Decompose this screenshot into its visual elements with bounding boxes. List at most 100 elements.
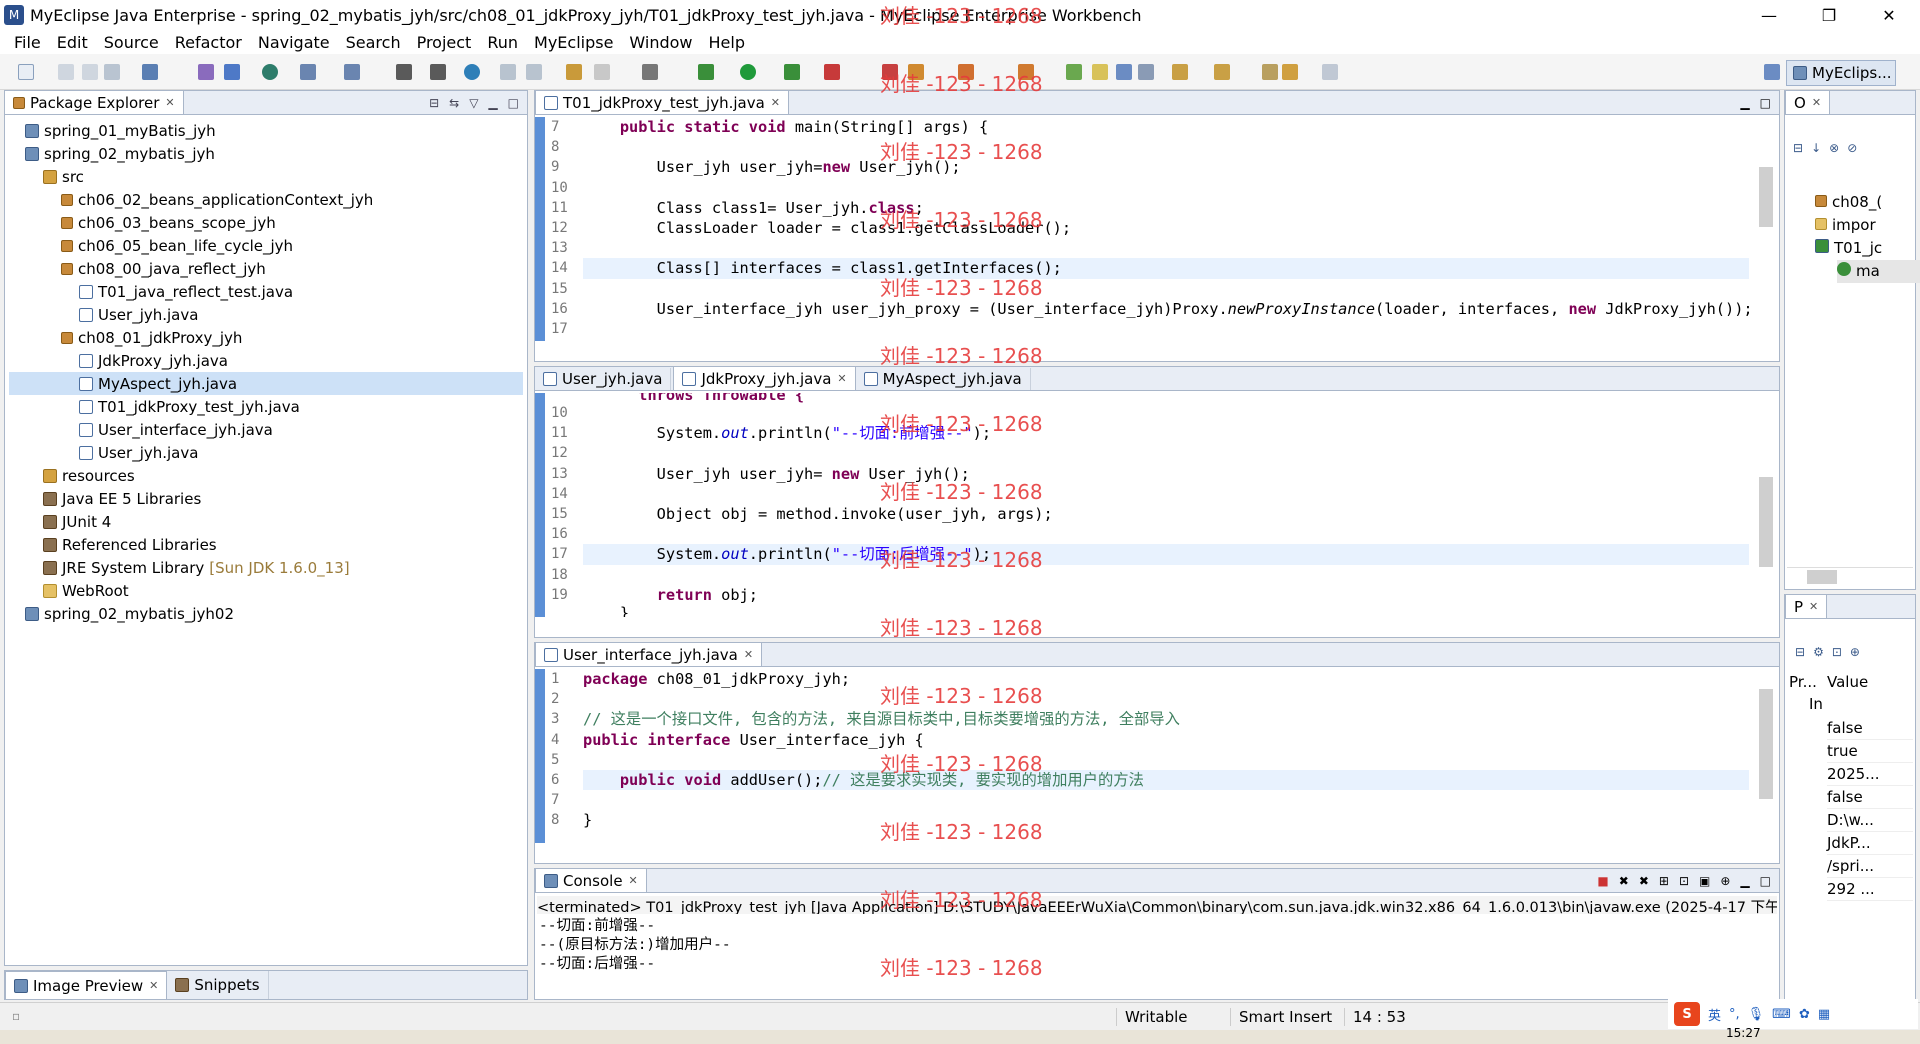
tree-item[interactable]: JdkProxy_jyh.java [9,349,523,372]
tab-user-jyh[interactable]: User_jyh.java [535,368,672,390]
tree-item[interactable]: JUnit 4 [9,510,523,533]
editor-main-vscrollbar[interactable] [1749,117,1779,341]
tree-item[interactable]: T01_java_reflect_test.java [9,280,523,303]
scroll-thumb[interactable] [1759,477,1773,567]
debug-icon[interactable] [698,64,714,80]
open-console-icon[interactable]: ⊕ [1720,874,1730,888]
build-icon[interactable] [198,64,214,80]
search-icon[interactable] [642,64,658,80]
tree-item[interactable]: spring_01_myBatis_jyh [9,119,523,142]
hide-nonpublic-icon[interactable]: ⊘ [1847,141,1857,155]
perspective-switcher[interactable]: MyEclips... [1786,60,1896,86]
show-categories-icon[interactable]: ⊟ [1795,645,1805,659]
tree-item[interactable]: ch06_02_beans_applicationContext_jyh [9,188,523,211]
close-icon[interactable]: ✕ [744,648,753,661]
ime-punct-icon[interactable]: °, [1729,1007,1740,1022]
tree-item[interactable]: ch06_03_beans_scope_jyh [9,211,523,234]
new-icon[interactable] [18,64,34,80]
menu-file[interactable]: File [6,33,49,52]
menu-run[interactable]: Run [479,33,526,52]
globe-icon[interactable] [464,64,480,80]
outline-item[interactable]: T01_jc [1815,237,1915,260]
open-type-icon[interactable] [500,64,516,80]
tree-item[interactable]: src [9,165,523,188]
code-editor-interface[interactable]: 1 2 3 4 5 6 7 8 package ch08_01_jdkProxy_jyh; // … [535,669,1779,843]
last-edit-icon[interactable] [1262,64,1278,80]
print-icon[interactable] [104,64,120,80]
tree-item[interactable]: ch08_01_jdkProxy_jyh [9,326,523,349]
menu-refactor[interactable]: Refactor [167,33,250,52]
tree-item[interactable]: T01_jdkProxy_test_jyh.java [9,395,523,418]
menu-source[interactable]: Source [96,33,167,52]
menu-help[interactable]: Help [701,33,753,52]
tab-user-interface-jyh[interactable]: User_interface_jyh.java ✕ [535,642,763,666]
editor-interface-hscrollbar[interactable] [581,843,1749,861]
menu-project[interactable]: Project [409,33,480,52]
run-icon[interactable] [740,64,756,80]
sogou-ime-icon[interactable]: S [1674,1002,1700,1026]
forward-icon[interactable] [1322,64,1338,80]
tree-item[interactable]: resources [9,464,523,487]
code-editor-main[interactable]: 7 8 9 10 11 12 13 14 15 16 17 public static void m… [535,117,1779,341]
tab-jdkproxy-jyh[interactable]: JdkProxy_jyh.java ✕ [673,366,856,390]
prev-annotation-icon[interactable] [1214,64,1230,80]
tree-item[interactable]: Referenced Libraries [9,533,523,556]
ime-lang-indicator[interactable]: 英 [1708,1005,1721,1024]
menu-navigate[interactable]: Navigate [250,33,338,52]
menu-window[interactable]: Window [621,33,700,52]
menu-edit[interactable]: Edit [49,33,96,52]
editor-aspect-hscrollbar[interactable] [581,617,1749,635]
tree-item[interactable]: User_jyh.java [9,441,523,464]
show-advanced-icon[interactable]: ⚙ [1813,645,1824,659]
close-icon[interactable]: ✕ [1809,600,1818,613]
minimize-button[interactable]: — [1740,0,1798,30]
close-icon[interactable]: ✕ [149,979,158,992]
collapse-all-icon[interactable]: ⊟ [429,96,439,110]
maximize-view-icon[interactable]: □ [1760,96,1771,110]
maximize-view-icon[interactable]: □ [508,96,519,110]
minimize-view-icon[interactable]: ▁ [1740,96,1749,110]
link-with-editor-icon[interactable]: ⇆ [449,96,459,110]
ime-toolbar[interactable]: S 英 °, 🎙 ⌨ ✿ ▦ [1668,999,1918,1029]
server-icon[interactable] [344,64,360,80]
back-icon[interactable] [1282,64,1298,80]
close-icon[interactable]: ✕ [837,372,846,385]
minimize-view-icon[interactable]: ▁ [1740,874,1749,888]
tree-item[interactable]: WebRoot [9,579,523,602]
java-element-icon[interactable] [430,64,446,80]
terminate-icon[interactable]: ■ [1597,874,1608,888]
open-resource-icon[interactable] [526,64,542,80]
save-all-icon[interactable] [82,64,98,80]
tree-item[interactable]: User_jyh.java [9,303,523,326]
console-vscrollbar[interactable] [1755,915,1779,995]
block-select-icon[interactable] [1116,64,1132,80]
close-icon[interactable]: ✕ [629,874,638,887]
hide-fields-icon[interactable]: ↓ [1811,141,1821,155]
ime-skin-icon[interactable]: ✿ [1799,1007,1810,1022]
external-tools-icon[interactable] [824,64,840,80]
ime-keyboard-icon[interactable]: ⌨ [1772,1007,1791,1022]
maximize-view-icon[interactable]: □ [1760,874,1771,888]
outline-item[interactable]: impor [1815,214,1915,237]
view-menu-icon[interactable]: ▽ [469,96,478,110]
tab-myaspect-jyh[interactable]: MyAspect_jyh.java [856,368,1031,390]
deploy-icon[interactable] [224,64,240,80]
ime-voice-icon[interactable]: 🎙 [1748,1007,1765,1022]
ime-toolbox-icon[interactable]: ▦ [1818,1007,1830,1022]
remove-all-icon[interactable]: ✖ [1639,874,1649,888]
menu-search[interactable]: Search [338,33,409,52]
tab-outline[interactable]: O ✕ [1785,90,1831,114]
restore-button[interactable]: ❐ [1800,0,1858,30]
tab-snippets[interactable]: Snippets [167,971,269,999]
tree-item[interactable]: JRE System Library [Sun JDK 1.6.0_13] [9,556,523,579]
tree-item[interactable]: MyAspect_jyh.java [9,372,523,395]
minimize-view-icon[interactable]: ▁ [488,96,497,110]
coverage-icon[interactable] [784,64,800,80]
wizard-icon[interactable] [300,64,316,80]
next-annotation-icon[interactable] [1172,64,1188,80]
tab-image-preview[interactable]: Image Preview ✕ [5,971,168,999]
close-icon[interactable]: ✕ [771,96,780,109]
pin-console-icon[interactable]: ⊡ [1679,874,1689,888]
editor-aspect-vscrollbar[interactable] [1749,393,1779,617]
new-server-icon[interactable] [142,64,158,80]
